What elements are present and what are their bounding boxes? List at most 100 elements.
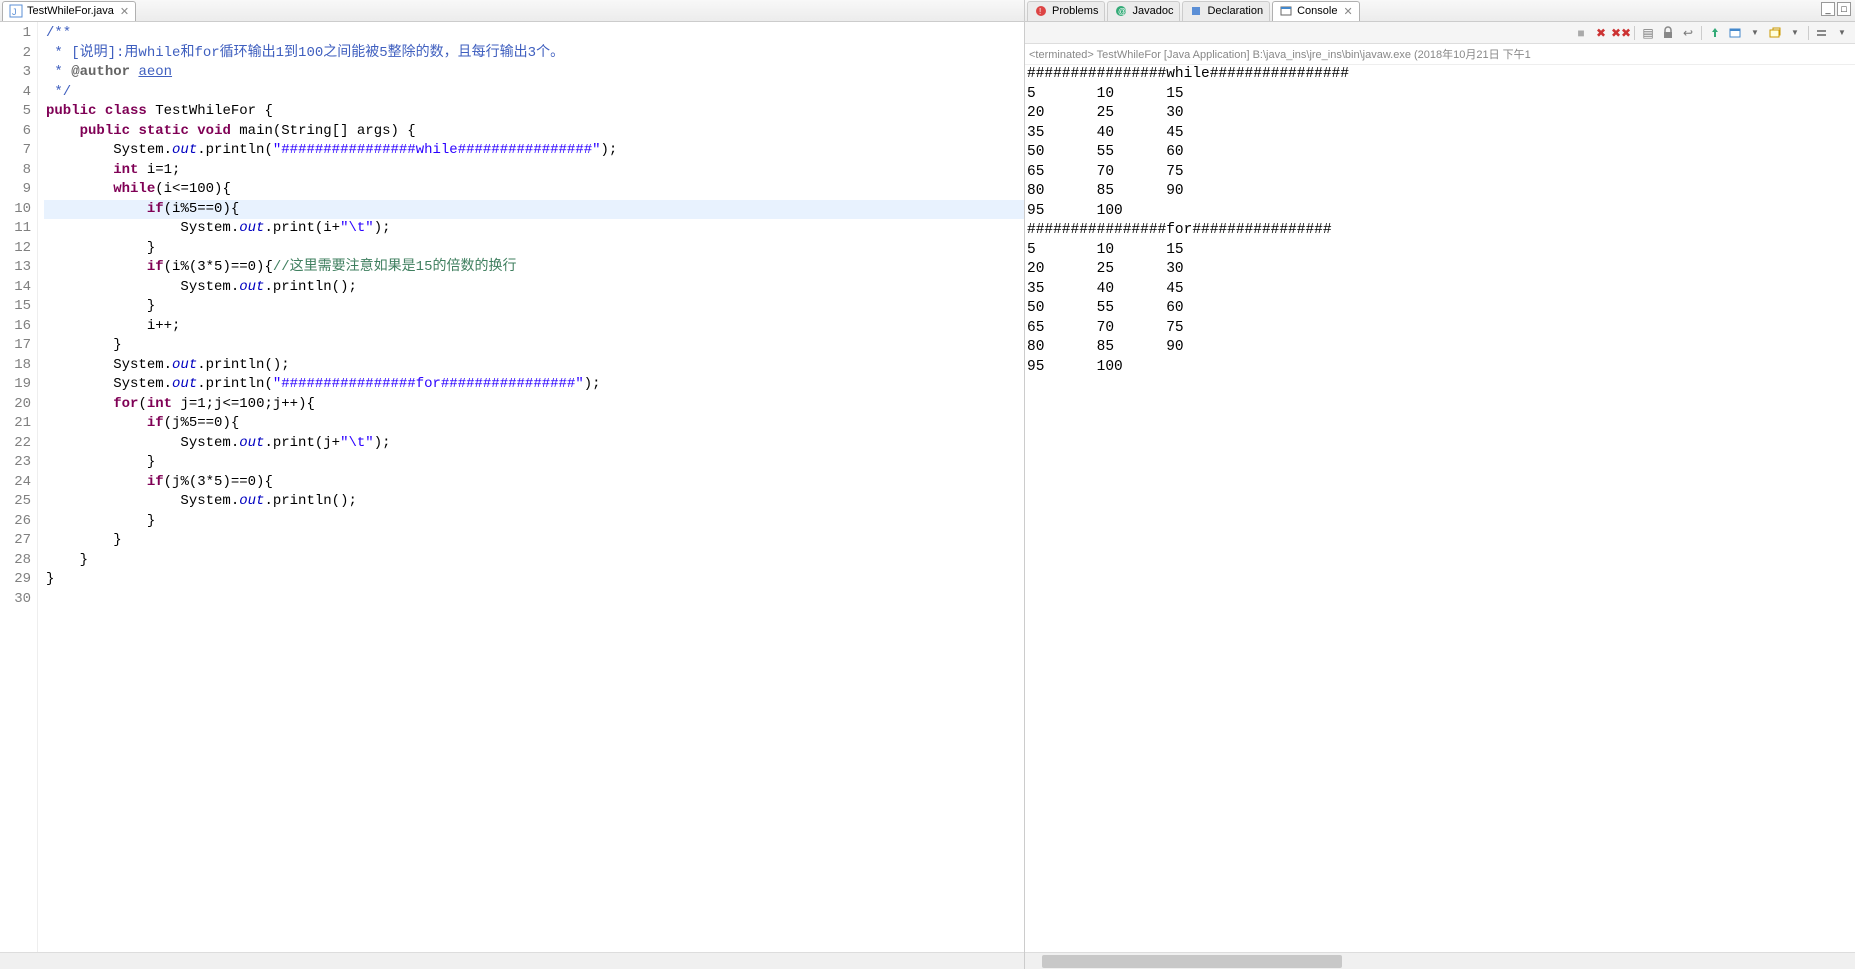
line-number: 16: [2, 317, 31, 337]
declaration-icon: [1189, 4, 1203, 18]
scroll-lock-button[interactable]: [1659, 24, 1677, 42]
editor-body: 1234567891011121314151617181920212223242…: [0, 22, 1024, 952]
line-number: 6: [2, 122, 31, 142]
tab-javadoc[interactable]: @ Javadoc: [1107, 1, 1180, 21]
svg-text:J: J: [12, 7, 17, 17]
tab-problems[interactable]: ! Problems: [1027, 1, 1105, 21]
javadoc-icon: @: [1114, 4, 1128, 18]
editor-tab-file[interactable]: J TestWhileFor.java ✕: [2, 1, 136, 21]
code-line[interactable]: */: [44, 83, 1024, 103]
separator-icon: [1634, 26, 1635, 40]
line-number: 30: [2, 590, 31, 610]
console-status: <terminated> TestWhileFor [Java Applicat…: [1025, 44, 1855, 65]
code-line[interactable]: * @author aeon: [44, 63, 1024, 83]
code-line[interactable]: public static void main(String[] args) {: [44, 122, 1024, 142]
code-line[interactable]: }: [44, 570, 1024, 590]
code-line[interactable]: * [说明]:用while和for循环输出1到100之间能被5整除的数，且每行输…: [44, 44, 1024, 64]
ide-root: J TestWhileFor.java ✕ 123456789101112131…: [0, 0, 1855, 969]
editor-tab-label: TestWhileFor.java: [27, 5, 114, 17]
code-line[interactable]: while(i<=100){: [44, 180, 1024, 200]
tab-console[interactable]: Console ✕: [1272, 1, 1360, 21]
line-number: 12: [2, 239, 31, 259]
separator-icon: [1808, 26, 1809, 40]
code-line[interactable]: public class TestWhileFor {: [44, 102, 1024, 122]
chevron-down-icon[interactable]: ▼: [1746, 24, 1764, 42]
word-wrap-button[interactable]: ↩: [1679, 24, 1697, 42]
console-h-scrollbar[interactable]: [1025, 952, 1855, 969]
console-output[interactable]: ################while################ 5 …: [1025, 65, 1855, 952]
editor-h-scrollbar[interactable]: [0, 952, 1024, 969]
remove-launch-button[interactable]: ✖: [1592, 24, 1610, 42]
tab-javadoc-label: Javadoc: [1132, 5, 1173, 17]
code-line[interactable]: }: [44, 453, 1024, 473]
open-console-button[interactable]: [1766, 24, 1784, 42]
close-icon[interactable]: ✕: [120, 5, 129, 18]
svg-text:!: !: [1039, 7, 1041, 16]
svg-text:@: @: [1118, 7, 1126, 16]
chevron-down-icon[interactable]: ▼: [1786, 24, 1804, 42]
line-number: 1: [2, 24, 31, 44]
java-file-icon: J: [9, 4, 23, 18]
code-line[interactable]: System.out.print(j+"\t");: [44, 434, 1024, 454]
code-line[interactable]: System.out.println();: [44, 278, 1024, 298]
maximize-icon[interactable]: □: [1837, 2, 1851, 16]
code-line[interactable]: }: [44, 239, 1024, 259]
remove-all-button[interactable]: ✖✖: [1612, 24, 1630, 42]
code-line[interactable]: int i=1;: [44, 161, 1024, 181]
line-number: 27: [2, 531, 31, 551]
line-number: 5: [2, 102, 31, 122]
tab-problems-label: Problems: [1052, 5, 1098, 17]
code-line[interactable]: System.out.println();: [44, 492, 1024, 512]
display-selected-button[interactable]: [1726, 24, 1744, 42]
minimize-icon[interactable]: _: [1821, 2, 1835, 16]
separator-icon: [1701, 26, 1702, 40]
code-line[interactable]: [44, 590, 1024, 610]
editor-tab-bar: J TestWhileFor.java ✕: [0, 0, 1024, 22]
line-number: 2: [2, 44, 31, 64]
code-line[interactable]: }: [44, 551, 1024, 571]
terminate-button[interactable]: ■: [1572, 24, 1590, 42]
tab-declaration[interactable]: Declaration: [1182, 1, 1270, 21]
code-line[interactable]: i++;: [44, 317, 1024, 337]
line-gutter: 1234567891011121314151617181920212223242…: [0, 22, 38, 952]
code-line[interactable]: }: [44, 512, 1024, 532]
code-line[interactable]: }: [44, 531, 1024, 551]
line-number: 19: [2, 375, 31, 395]
line-number: 14: [2, 278, 31, 298]
code-line[interactable]: System.out.println("################whil…: [44, 141, 1024, 161]
line-number: 20: [2, 395, 31, 415]
code-line[interactable]: if(j%(3*5)==0){: [44, 473, 1024, 493]
line-number: 9: [2, 180, 31, 200]
close-icon[interactable]: ✕: [1343, 5, 1352, 18]
chevron-down-icon[interactable]: ▼: [1833, 24, 1851, 42]
line-number: 4: [2, 83, 31, 103]
editor-panel: J TestWhileFor.java ✕ 123456789101112131…: [0, 0, 1025, 969]
code-line[interactable]: if(i%(3*5)==0){//这里需要注意如果是15的倍数的换行: [44, 258, 1024, 278]
code-area[interactable]: /** * [说明]:用while和for循环输出1到100之间能被5整除的数，…: [38, 22, 1024, 952]
line-number: 28: [2, 551, 31, 571]
code-line[interactable]: }: [44, 336, 1024, 356]
line-number: 3: [2, 63, 31, 83]
code-line[interactable]: for(int j=1;j<=100;j++){: [44, 395, 1024, 415]
view-min-max: _ □: [1821, 2, 1851, 16]
code-line[interactable]: if(j%5==0){: [44, 414, 1024, 434]
code-line[interactable]: }: [44, 297, 1024, 317]
code-line[interactable]: System.out.println("################for#…: [44, 375, 1024, 395]
tab-declaration-label: Declaration: [1207, 5, 1263, 17]
line-number: 15: [2, 297, 31, 317]
line-number: 10: [2, 200, 31, 220]
view-menu-button[interactable]: [1813, 24, 1831, 42]
code-line[interactable]: System.out.print(i+"\t");: [44, 219, 1024, 239]
code-line[interactable]: System.out.println();: [44, 356, 1024, 376]
line-number: 26: [2, 512, 31, 532]
code-line[interactable]: if(i%5==0){: [44, 200, 1024, 220]
code-line[interactable]: /**: [44, 24, 1024, 44]
line-number: 17: [2, 336, 31, 356]
clear-console-button[interactable]: ▤: [1639, 24, 1657, 42]
console-icon: [1279, 4, 1293, 18]
tab-console-label: Console: [1297, 5, 1337, 17]
right-tab-bar: ! Problems @ Javadoc Declaration: [1025, 0, 1855, 22]
pin-console-button[interactable]: [1706, 24, 1724, 42]
line-number: 21: [2, 414, 31, 434]
line-number: 11: [2, 219, 31, 239]
